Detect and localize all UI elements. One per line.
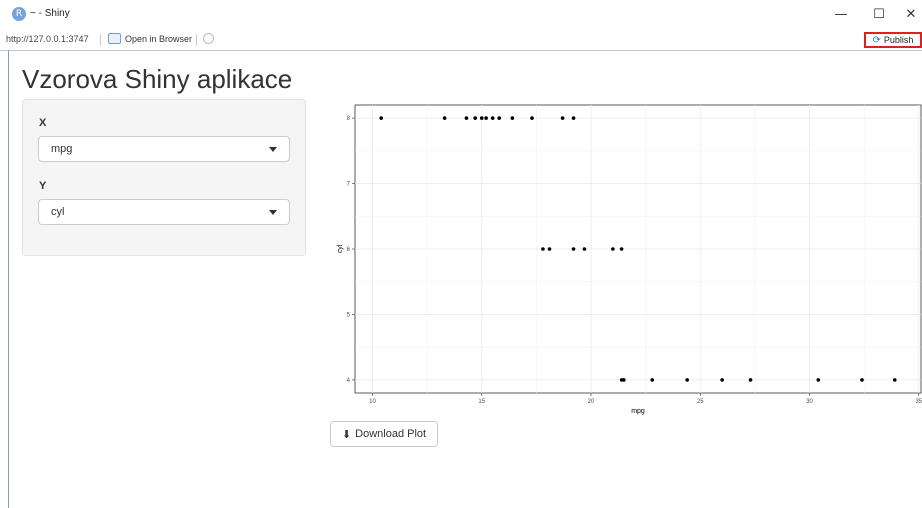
data-point xyxy=(650,378,655,382)
data-point xyxy=(892,378,897,382)
data-point xyxy=(571,116,576,120)
x-tick-label: 20 xyxy=(588,399,595,405)
publish-icon: ⟳ xyxy=(872,34,881,46)
publish-label: Publish xyxy=(883,35,914,45)
y-select-value: cyl xyxy=(51,206,65,218)
divider xyxy=(100,34,101,46)
r-app-icon: R xyxy=(12,7,26,21)
data-point xyxy=(582,247,587,251)
data-point xyxy=(490,116,495,120)
url-text[interactable]: http://127.0.0.1:3747 xyxy=(6,34,89,44)
data-point xyxy=(442,116,447,120)
minimize-button[interactable]: — xyxy=(830,6,852,24)
download-plot-button[interactable]: ⬇ Download Plot xyxy=(330,421,438,447)
chevron-down-icon xyxy=(269,210,277,215)
x-select-value: mpg xyxy=(51,143,73,155)
publish-button[interactable]: ⟳ Publish xyxy=(864,32,922,48)
x-tick-label: 30 xyxy=(806,399,813,405)
window-title: ~ - Shiny xyxy=(30,8,70,19)
address-bar: http://127.0.0.1:3747 Open in Browser xyxy=(0,30,922,51)
data-point xyxy=(473,116,477,120)
maximize-button[interactable]: ☐ xyxy=(868,6,890,24)
open-in-browser-button[interactable]: Open in Browser xyxy=(108,33,192,44)
data-point xyxy=(497,116,502,120)
data-point xyxy=(619,247,624,251)
data-point xyxy=(860,378,864,382)
data-point xyxy=(611,247,615,251)
y-select[interactable]: cyl xyxy=(38,199,290,225)
data-point xyxy=(464,116,469,120)
data-point xyxy=(748,378,753,382)
x-tick-label: 15 xyxy=(478,399,485,405)
y-tick-label: 8 xyxy=(347,116,351,122)
data-point xyxy=(541,247,545,251)
x-tick-label: 25 xyxy=(697,399,704,405)
x-select[interactable]: mpg xyxy=(38,136,290,162)
data-point xyxy=(530,116,534,120)
data-point xyxy=(685,378,689,382)
data-point xyxy=(571,247,576,251)
data-point xyxy=(720,378,724,382)
browser-icon xyxy=(108,33,121,44)
chevron-down-icon xyxy=(269,147,277,152)
divider xyxy=(196,34,197,46)
sidebar-panel: X mpg Y cyl xyxy=(22,99,306,256)
y-tick-label: 6 xyxy=(347,247,351,253)
refresh-icon[interactable] xyxy=(203,33,214,44)
x-tick-label: 10 xyxy=(369,399,376,405)
x-label: X xyxy=(39,117,47,129)
y-label: Y xyxy=(39,180,47,192)
download-plot-label: Download Plot xyxy=(355,428,427,440)
download-icon: ⬇ xyxy=(341,427,352,441)
data-point xyxy=(479,116,484,120)
y-axis-label: cyl xyxy=(337,244,344,253)
close-button[interactable]: ✕ xyxy=(900,6,922,24)
y-tick-label: 5 xyxy=(347,312,351,318)
data-point xyxy=(816,378,821,382)
data-point xyxy=(621,378,626,382)
y-tick-label: 7 xyxy=(347,182,351,188)
data-point xyxy=(560,116,565,120)
data-point xyxy=(484,116,488,120)
scatter-plot: 10 15 20 25 30 35 4 5 6 7 8 mpg cyl xyxy=(337,104,922,415)
window-titlebar: R ~ - Shiny — ☐ ✕ xyxy=(0,0,922,30)
x-axis-label: mpg xyxy=(631,408,645,415)
data-point xyxy=(547,247,552,251)
x-tick-label: 35 xyxy=(915,399,922,405)
window-left-edge xyxy=(8,50,9,508)
data-point xyxy=(379,116,384,120)
data-point xyxy=(510,116,515,120)
open-in-browser-label: Open in Browser xyxy=(125,33,193,44)
y-tick-label: 4 xyxy=(347,378,351,384)
page-title: Vzorova Shiny aplikace xyxy=(22,64,293,94)
